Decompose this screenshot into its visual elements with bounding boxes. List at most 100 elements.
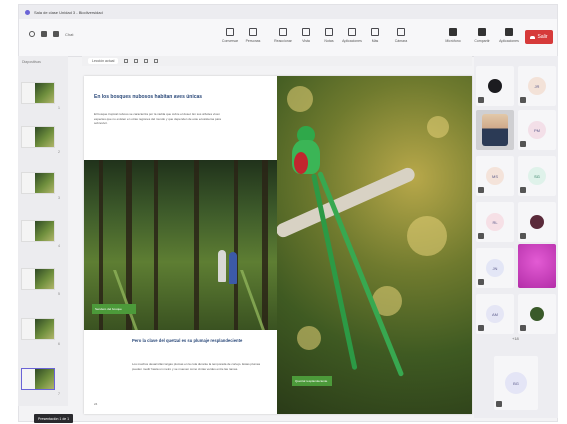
mic-off-icon [520, 141, 526, 147]
mic-off-icon [478, 233, 484, 239]
title-bar: Sala de clase Unidad 3 - Biodiversidad [19, 5, 557, 19]
reaction-icon [279, 28, 287, 36]
more-button[interactable]: Cámara [390, 25, 412, 53]
participant-tile[interactable]: AM [476, 294, 514, 334]
people-button[interactable]: Personas [242, 25, 264, 53]
tab-current-lesson[interactable]: Lección actual [88, 58, 119, 64]
participant-tile[interactable]: PM [518, 110, 556, 150]
photo-caption: Sendero del bosque [92, 304, 136, 314]
leave-button[interactable]: Salir [525, 30, 553, 44]
pin-icon[interactable] [41, 31, 47, 37]
view-button[interactable]: Vista [295, 25, 317, 53]
participant-tile[interactable] [476, 66, 514, 106]
participant-tile[interactable]: BG [494, 356, 538, 410]
participants-panel: JR PM MS SG RL JN AM BG [474, 56, 558, 418]
mic-off-icon [520, 97, 526, 103]
avatar: PM [528, 121, 546, 139]
slide-thumbnail[interactable] [21, 82, 55, 104]
highlighter-icon[interactable] [134, 59, 139, 63]
thumbnail-number: 2 [58, 150, 60, 154]
thumbnail-number: 3 [58, 196, 60, 200]
slide-thumbnail-active[interactable] [21, 368, 55, 390]
thumbnails-header: Diapositivas [22, 60, 41, 64]
slide-paragraph: El bosque tropical nuboso se caracteriza… [94, 112, 221, 125]
thumbnail-number: 6 [58, 342, 60, 346]
person [229, 252, 237, 284]
camera-button[interactable]: Micrófono [442, 25, 464, 53]
person [218, 250, 226, 282]
photo-caption-2: Quetzal resplandeciente [292, 376, 332, 386]
participant-video-tile[interactable] [518, 244, 556, 288]
mic-off-icon [478, 325, 484, 331]
avatar [488, 79, 502, 93]
react-button[interactable]: Reaccionar [272, 25, 294, 53]
people-icon [249, 28, 257, 36]
participant-tile[interactable] [518, 294, 556, 334]
mic-off-icon [478, 187, 484, 193]
share-button[interactable]: Aplicaciones [498, 25, 520, 53]
participant-tile[interactable]: JN [476, 248, 514, 288]
participant-tile[interactable]: RL [476, 202, 514, 242]
avatar: JN [486, 259, 504, 277]
toolbar-left: Chat [29, 31, 73, 37]
camera-icon [449, 28, 457, 36]
phone-icon [530, 35, 536, 39]
avatar [530, 307, 544, 321]
pen-icon[interactable] [124, 59, 129, 63]
thumbnail-number: 7 [58, 392, 60, 396]
page-number: 24 [94, 402, 98, 406]
avatar: RL [486, 213, 504, 231]
slide-thumbnail[interactable] [21, 318, 55, 340]
grid-icon [371, 28, 379, 36]
participant-tile[interactable] [518, 202, 556, 242]
mic-off-icon [478, 279, 484, 285]
leave-label: Salir [537, 34, 548, 40]
mic-off-icon [520, 187, 526, 193]
mic-off-icon [478, 97, 484, 103]
bird-belly [294, 152, 308, 174]
avatar: JR [528, 77, 546, 95]
presentation-slide: En los bosques nubosos habitan aves únic… [84, 76, 472, 414]
view-switch-button[interactable]: Más [364, 25, 386, 53]
avatar: SG [528, 167, 546, 185]
mic-off-icon [520, 325, 526, 331]
slide-heading: En los bosques nubosos habitan aves únic… [94, 94, 203, 100]
avatar: AM [486, 305, 504, 323]
slide-toolbar: Lección actual [82, 56, 472, 66]
microphone-icon [478, 28, 486, 36]
status-bar: Presentación 1 de 1 [34, 414, 74, 423]
participant-tile[interactable]: JR [518, 66, 556, 106]
chat-label[interactable]: Chat [65, 32, 73, 37]
participant-tile[interactable]: MS [476, 156, 514, 196]
notes-button[interactable]: Notas [318, 25, 340, 53]
eraser-icon[interactable] [144, 59, 149, 63]
slide-thumbnail[interactable] [21, 172, 55, 194]
meeting-toolbar: Chat Conversar Personas Reaccionar Vista… [19, 19, 557, 57]
slide-paragraph-2: Los machos desarrollan largas plumas en … [132, 362, 261, 371]
quetzal-photo [277, 76, 472, 414]
more-icon [397, 28, 405, 36]
participant-video-tile[interactable] [476, 110, 514, 150]
chat-button[interactable]: Conversar [219, 25, 241, 53]
pointer-icon[interactable] [154, 59, 159, 63]
participant-tile[interactable]: SG [518, 156, 556, 196]
apps-button[interactable]: Aplicaciones [341, 25, 363, 53]
slide-left-page: En los bosques nubosos habitan aves únic… [84, 76, 277, 414]
notes-icon [325, 28, 333, 36]
microphone-button[interactable]: Compartir [471, 25, 493, 53]
layout-icon[interactable] [53, 31, 59, 37]
chat-icon [226, 28, 234, 36]
window-title: Sala de clase Unidad 3 - Biodiversidad [34, 9, 103, 15]
view-icon [302, 28, 310, 36]
timer-icon [29, 31, 35, 37]
mic-off-icon [496, 401, 502, 407]
app-logo-icon [25, 9, 30, 15]
thumbnail-number: 4 [58, 244, 60, 248]
slide-thumbnail[interactable] [21, 220, 55, 242]
avatar: MS [486, 167, 504, 185]
thumbnail-number: 1 [58, 106, 60, 110]
slide-thumbnail[interactable] [21, 126, 55, 148]
participant-video [482, 114, 508, 146]
slide-thumbnail[interactable] [21, 268, 55, 290]
more-participants-label[interactable]: +18 [512, 336, 519, 341]
